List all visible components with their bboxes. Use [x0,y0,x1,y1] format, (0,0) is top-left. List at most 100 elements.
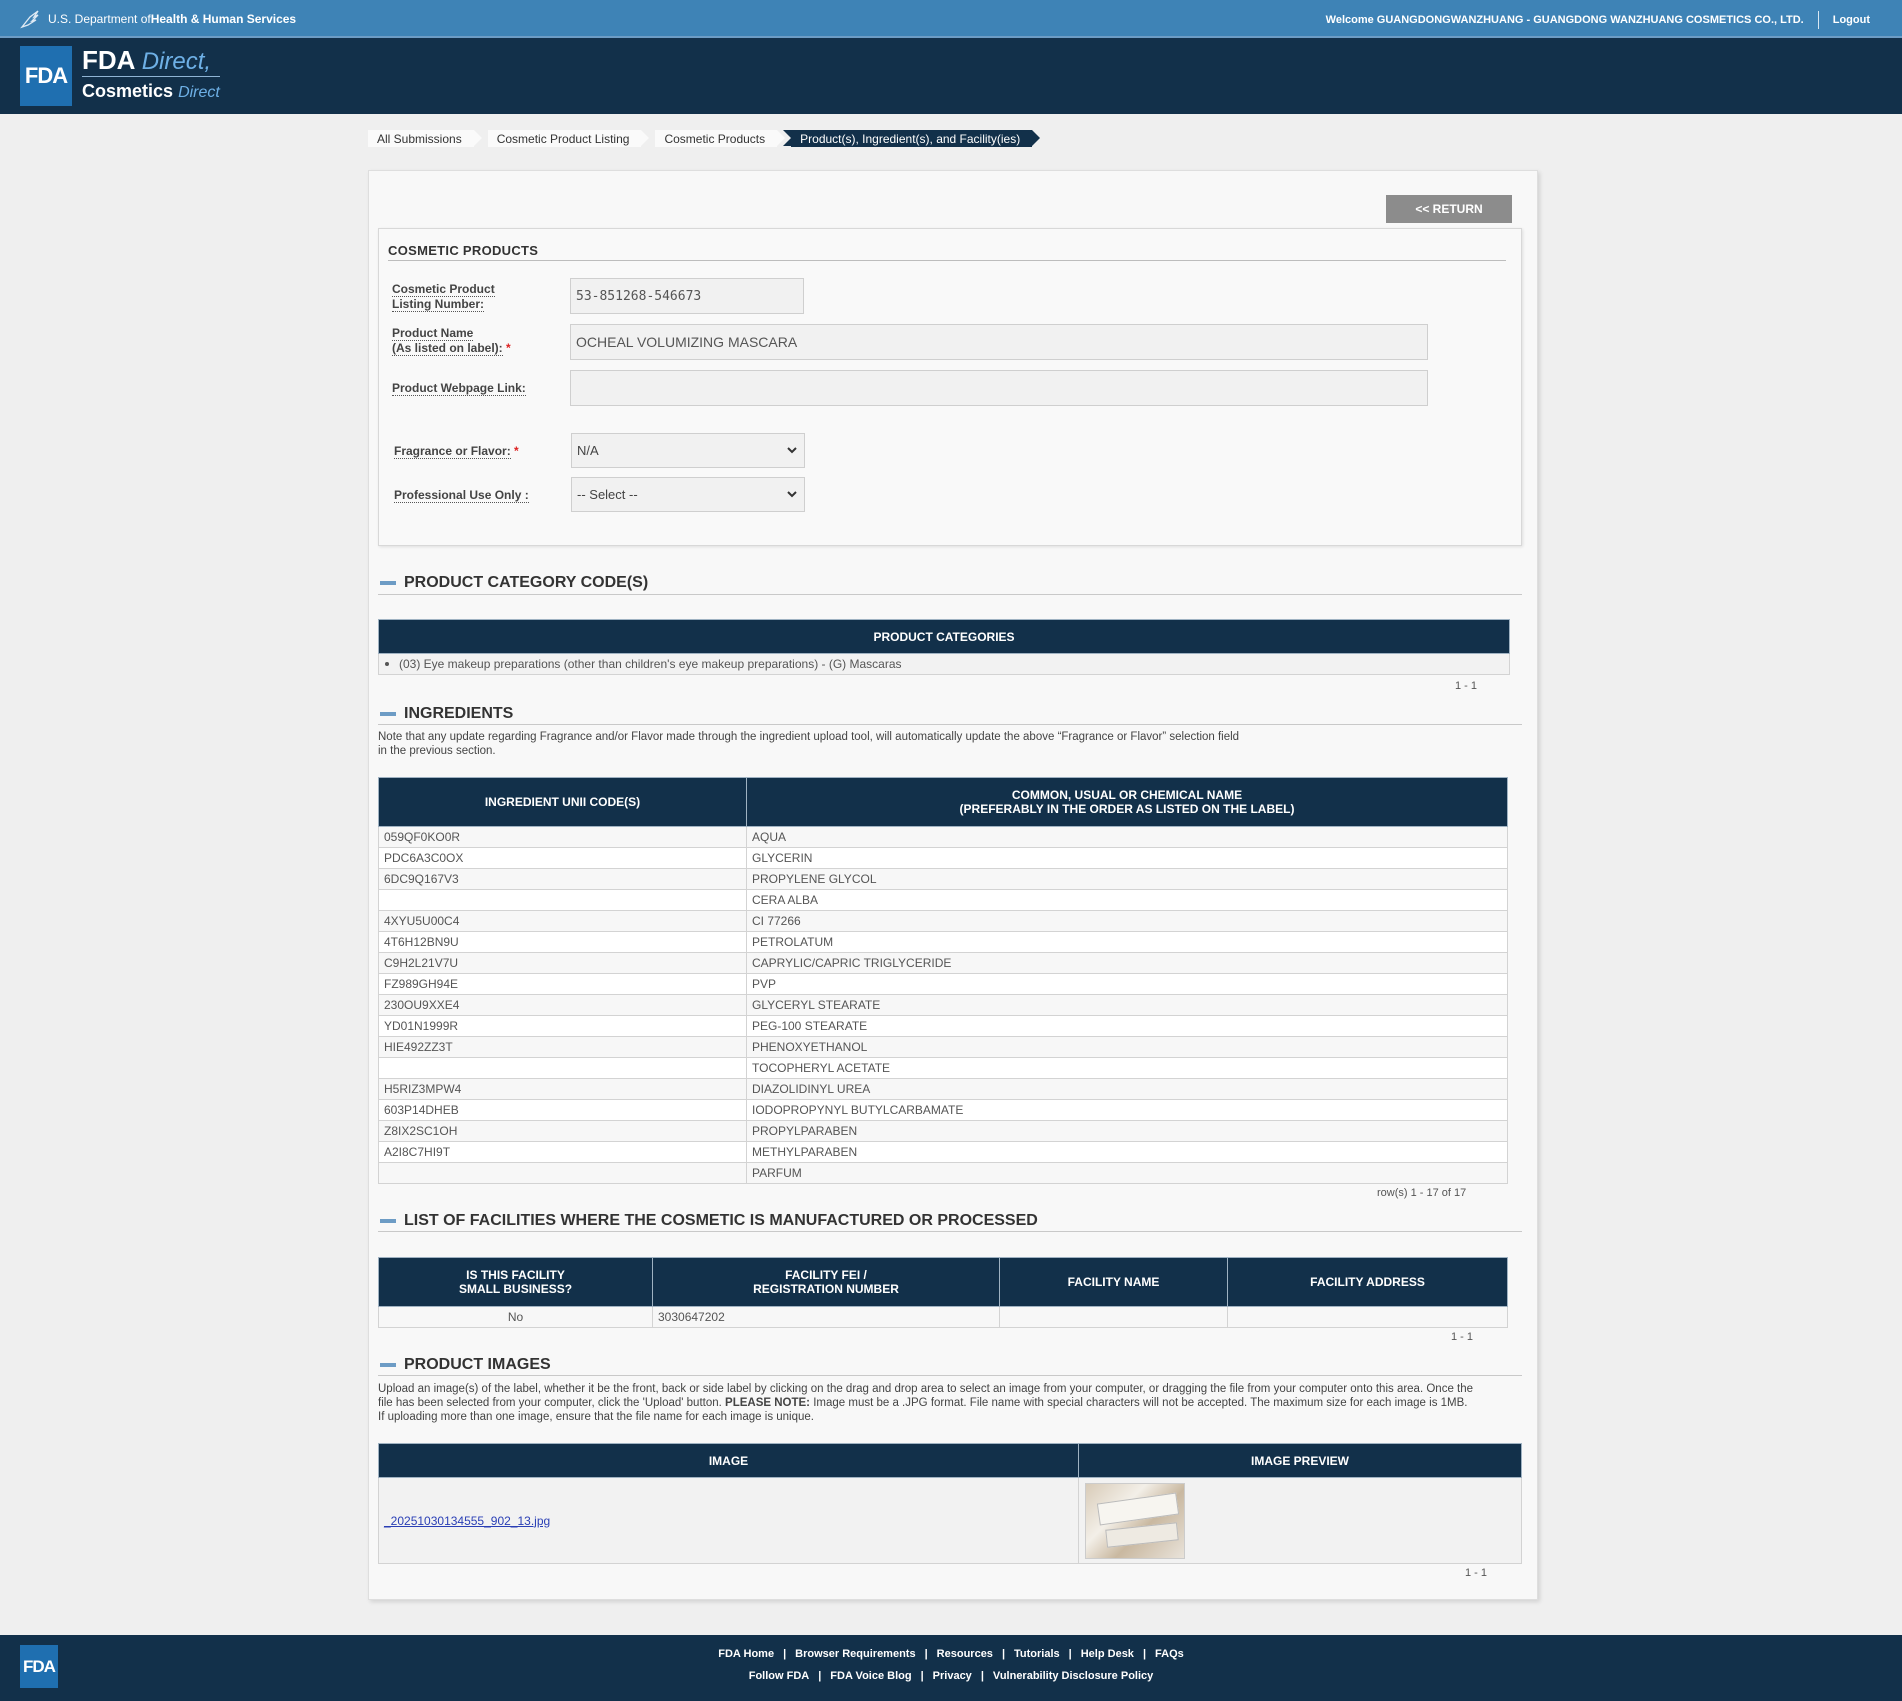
ingredient-name-cell: AQUA [746,826,1508,848]
footer-link[interactable]: Browser Requirements [795,1648,915,1660]
column-header[interactable]: IMAGE PREVIEW [1078,1443,1522,1478]
thumbnail-shape [1096,1492,1180,1525]
unii-code-cell: 4T6H12BN9U [378,931,747,953]
webpage-link-field[interactable] [570,370,1428,406]
table-row: YD01N1999R PEG-100 STEARATE [378,1015,1508,1037]
table-row: 4XYU5U00C4 CI 77266 [378,910,1508,932]
unii-code-cell: C9H2L21V7U [378,952,747,974]
collapse-icon[interactable] [380,581,396,585]
images-section-heading[interactable]: PRODUCT IMAGES [380,1356,551,1374]
ingredient-name-cell: PARFUM [746,1162,1508,1184]
hhs-branding[interactable]: U.S. Department of Health & Human Servic… [20,9,296,29]
required-marker: * [506,341,511,355]
ingredient-name-cell: PEG-100 STEARATE [746,1015,1508,1037]
chevron-down-icon [787,447,797,454]
brand-cosmetics: Cosmetics [82,81,174,101]
image-preview-thumbnail[interactable] [1085,1482,1185,1559]
unii-code-cell: HIE492ZZ3T [378,1036,747,1058]
table-row: PDC6A3C0OX GLYCERIN [378,847,1508,869]
ingredient-name-cell: CAPRYLIC/CAPRIC TRIGLYCERIDE [746,952,1508,974]
footer-separator: | [1142,1648,1147,1660]
ingredient-name-cell: GLYCERIN [746,847,1508,869]
hhs-bar: U.S. Department of Health & Human Servic… [0,0,1902,36]
chevron-down-icon [787,491,797,498]
facilities-section-heading[interactable]: LIST OF FACILITIES WHERE THE COSMETIC IS… [380,1212,1038,1230]
footer-link[interactable]: Vulnerability Disclosure Policy [993,1670,1153,1682]
listing-number-field[interactable]: 53-851268-546673 [570,278,804,314]
ingredient-name-cell: PHENOXYETHANOL [746,1036,1508,1058]
footer-link[interactable]: Privacy [933,1670,972,1682]
divider [378,1375,1522,1376]
footer-link[interactable]: Help Desk [1081,1648,1134,1660]
collapse-icon[interactable] [380,1363,396,1367]
ingredient-name-cell: IODOPROPYNYL BUTYLCARBAMATE [746,1099,1508,1121]
table-row: PARFUM [378,1162,1508,1184]
image-file-link[interactable]: _20251030134555_902_13.jpg [384,1514,550,1528]
brand-direct: Direct, [141,48,212,75]
footer-links-row1: FDA Home | Browser Requirements | Resources |… [0,1648,1902,1660]
footer-link[interactable]: Follow FDA [749,1670,810,1682]
column-header[interactable]: COMMON, USUAL OR CHEMICAL NAME (PREFERAB… [746,777,1508,827]
listing-number-label: Cosmetic Product Listing Number: [392,282,495,312]
table-row: Z8IX2SC1OH PROPYLPARABEN [378,1120,1508,1142]
footer-separator: | [1001,1648,1006,1660]
fei-cell: 3030647202 [652,1306,1000,1328]
table-row: CERA ALBA [378,889,1508,911]
ingredient-name-cell: GLYCERYL STEARATE [746,994,1508,1016]
collapse-icon[interactable] [380,1219,396,1223]
cosmetics-direct-brand[interactable]: FDA Direct, Cosmetics Direct [82,46,220,105]
unii-code-cell: Z8IX2SC1OH [378,1120,747,1142]
footer-link[interactable]: Resources [937,1648,993,1660]
column-header[interactable]: PRODUCT CATEGORIES [378,619,1510,654]
breadcrumb-cosmetic-product-listing[interactable]: Cosmetic Product Listing [487,130,650,147]
professional-use-select[interactable]: -- Select -- [571,477,805,512]
column-header[interactable]: IMAGE [378,1443,1079,1478]
required-marker: * [514,444,519,458]
unii-code-cell: H5RIZ3MPW4 [378,1078,747,1100]
table-row: HIE492ZZ3T PHENOXYETHANOL [378,1036,1508,1058]
table-row: (03) Eye makeup preparations (other than… [378,653,1510,675]
table-row: 6DC9Q167V3 PROPYLENE GLYCOL [378,868,1508,890]
column-header[interactable]: FACILITY NAME [999,1257,1228,1307]
hhs-dept-name: Health & Human Services [150,12,297,26]
column-header[interactable]: INGREDIENT UNII CODE(S) [378,777,747,827]
fragrance-label: Fragrance or Flavor: * [394,444,519,459]
pagination-info: 1 - 1 [1465,1567,1488,1579]
footer-link[interactable]: FAQs [1155,1648,1184,1660]
unii-code-cell: 6DC9Q167V3 [378,868,747,890]
footer-link[interactable]: FDA Home [718,1648,774,1660]
unii-code-cell [378,889,747,911]
footer-link[interactable]: FDA Voice Blog [830,1670,911,1682]
fda-logo[interactable]: FDA [20,46,72,106]
images-table: IMAGE IMAGE PREVIEW _20251030134555_902_… [378,1443,1522,1564]
breadcrumb-all-submissions[interactable]: All Submissions [368,130,482,147]
footer-link[interactable]: Tutorials [1014,1648,1060,1660]
fragrance-selected-value: N/A [577,443,599,458]
table-row: FZ989GH94E PVP [378,973,1508,995]
ingredient-name-cell: PVP [746,973,1508,995]
footer-separator: | [818,1670,822,1682]
hhs-eagle-icon [20,10,39,29]
column-header[interactable]: IS THIS FACILITY SMALL BUSINESS? [378,1257,653,1307]
table-row: 603P14DHEB IODOPROPYNYL BUTYLCARBAMATE [378,1099,1508,1121]
unii-code-cell: 230OU9XXE4 [378,994,747,1016]
facility-address-cell [1227,1306,1508,1328]
breadcrumb-cosmetic-products[interactable]: Cosmetic Products [655,130,785,147]
logout-link[interactable]: Logout [1833,14,1870,26]
product-name-field[interactable]: OCHEAL VOLUMIZING MASCARA [570,324,1428,360]
return-button[interactable]: << RETURN [1386,195,1512,223]
column-header[interactable]: FACILITY FEI / REGISTRATION NUMBER [652,1257,1000,1307]
fragrance-select[interactable]: N/A [571,433,805,468]
table-row: A2I8C7HI9T METHYLPARABEN [378,1141,1508,1163]
ingredients-section-heading[interactable]: INGREDIENTS [380,705,513,723]
unii-code-cell: FZ989GH94E [378,973,747,995]
collapse-icon[interactable] [380,712,396,716]
ingredient-name-cell: CERA ALBA [746,889,1508,911]
unii-code-cell: YD01N1999R [378,1015,747,1037]
unii-code-cell: PDC6A3C0OX [378,847,747,869]
facility-name-cell [999,1306,1228,1328]
category-section-heading[interactable]: PRODUCT CATEGORY CODE(S) [380,574,648,592]
column-header[interactable]: FACILITY ADDRESS [1227,1257,1508,1307]
brand-direct-2: Direct [178,84,220,101]
unii-code-cell [378,1057,747,1079]
